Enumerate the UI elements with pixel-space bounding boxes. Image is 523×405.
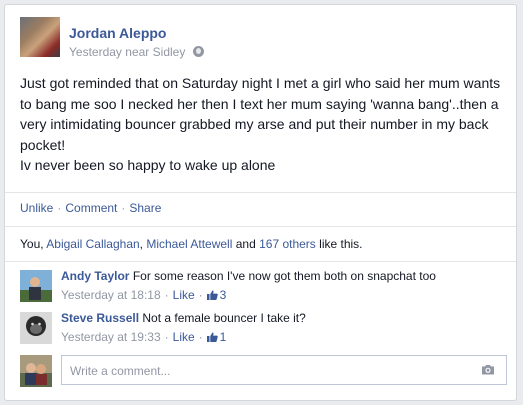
commenter-avatar[interactable]	[20, 270, 52, 302]
post-card: Jordan Aleppo Yesterday near Sidley Just…	[4, 4, 517, 401]
likes-summary: You, Abigail Callaghan, Michael Attewell…	[20, 237, 363, 251]
unlike-link[interactable]: Unlike	[20, 201, 53, 215]
comment-body: Andy Taylor For some reason I've now got…	[61, 269, 436, 283]
commenter-name[interactable]: Steve Russell	[61, 311, 139, 325]
location-prefix: near	[125, 45, 150, 59]
comment-link[interactable]: Comment	[65, 201, 117, 215]
separator: ·	[198, 288, 203, 302]
post-actions: Unlike · Comment · Share	[20, 201, 161, 215]
share-link[interactable]: Share	[129, 201, 161, 215]
commenter-avatar[interactable]	[20, 312, 52, 344]
comment-like-count[interactable]: 1	[206, 330, 227, 344]
divider	[5, 261, 516, 262]
liker-link[interactable]: Michael Attewell	[146, 237, 232, 251]
likes-suffix: like this.	[315, 237, 363, 251]
comment-composer: Write a comment...	[20, 355, 510, 387]
liker-link[interactable]: Abigail Callaghan	[46, 237, 139, 251]
comment-text: Not a female bouncer I take it?	[142, 311, 306, 325]
comment-time[interactable]: Yesterday at 18:18	[61, 288, 161, 302]
author-avatar[interactable]	[20, 17, 60, 57]
separator: ·	[198, 330, 203, 344]
comment-text: For some reason I've now got them both o…	[132, 269, 436, 283]
post-paragraph: Just got reminded that on Saturday night…	[20, 75, 501, 153]
separator: ·	[164, 288, 169, 302]
comment-item: Steve Russell Not a female bouncer I tak…	[20, 311, 510, 346]
comment-placeholder: Write a comment...	[70, 364, 171, 378]
thumbs-up-icon	[206, 332, 218, 342]
commenter-name[interactable]: Andy Taylor	[61, 269, 129, 283]
camera-icon[interactable]	[481, 364, 495, 375]
comment-meta: Yesterday at 19:33 · Like · 1	[61, 330, 226, 344]
comment-meta: Yesterday at 18:18 · Like · 3	[61, 288, 226, 302]
comment-like-count[interactable]: 3	[206, 288, 227, 302]
others-link[interactable]: 167 others	[259, 237, 316, 251]
comment-like-link[interactable]: Like	[173, 330, 195, 344]
post-paragraph: Iv never been so happy to wake up alone	[20, 157, 276, 174]
likes-prefix: You,	[20, 237, 47, 251]
post-meta: Yesterday near Sidley	[69, 45, 204, 59]
comment-body: Steve Russell Not a female bouncer I tak…	[61, 311, 306, 325]
likes-and: and	[232, 237, 260, 251]
like-count: 3	[219, 288, 227, 302]
divider	[5, 192, 516, 193]
post-location[interactable]: Sidley	[153, 45, 186, 59]
divider	[5, 226, 516, 227]
separator: ·	[57, 201, 62, 215]
comment-like-link[interactable]: Like	[173, 288, 195, 302]
post-time[interactable]: Yesterday	[69, 45, 122, 59]
globe-icon[interactable]	[192, 46, 204, 57]
like-count: 1	[219, 330, 227, 344]
comment-item: Andy Taylor For some reason I've now got…	[20, 269, 510, 304]
separator: ·	[164, 330, 169, 344]
author-name[interactable]: Jordan Aleppo	[69, 25, 167, 41]
post-body: Just got reminded that on Saturday night…	[20, 73, 510, 176]
comment-input[interactable]: Write a comment...	[61, 355, 507, 385]
comment-time[interactable]: Yesterday at 19:33	[61, 330, 161, 344]
separator: ·	[121, 201, 126, 215]
current-user-avatar	[20, 355, 52, 387]
thumbs-up-icon	[206, 290, 218, 300]
